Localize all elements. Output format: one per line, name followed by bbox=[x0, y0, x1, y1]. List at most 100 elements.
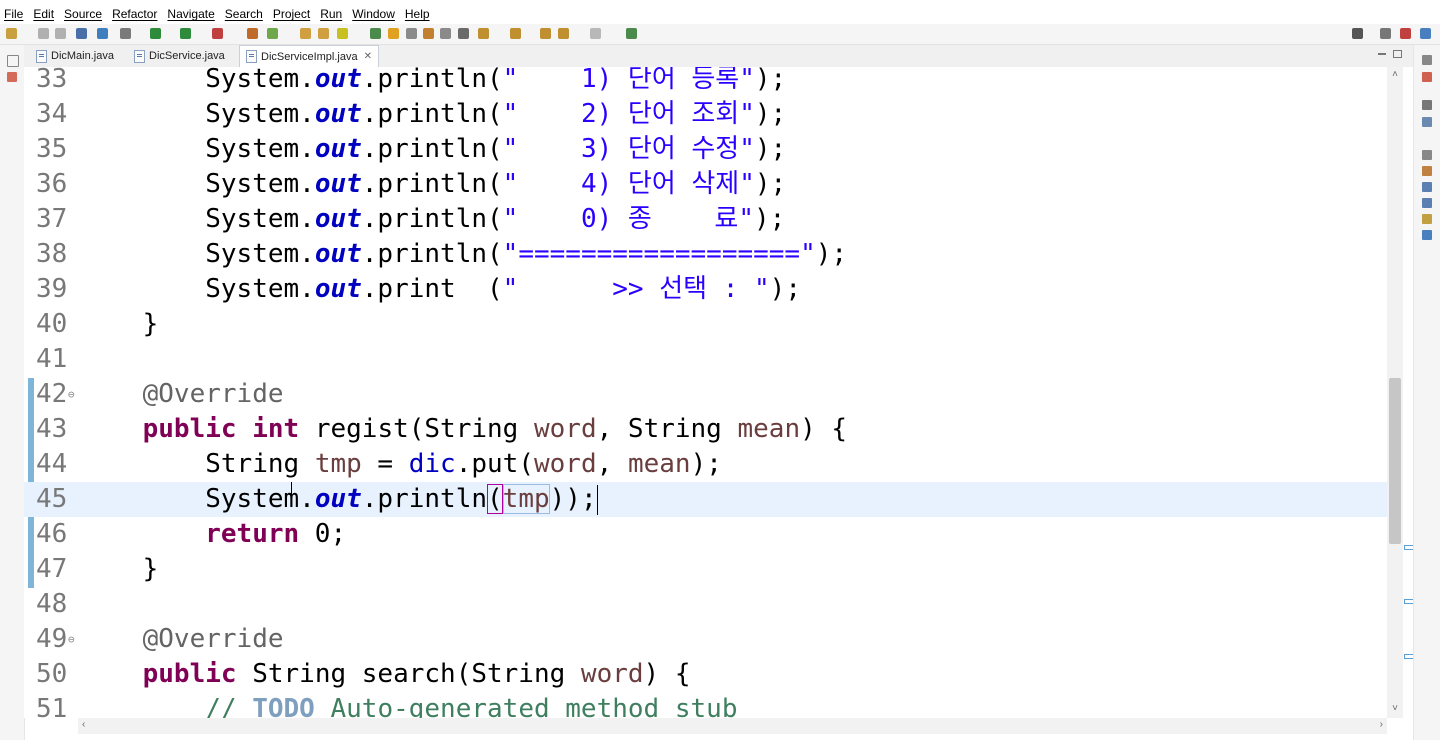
pin-editor-icon[interactable] bbox=[626, 28, 637, 39]
minimize-editor-icon[interactable] bbox=[1378, 53, 1386, 55]
horizontal-scrollbar[interactable]: ‹ › bbox=[78, 718, 1387, 734]
code-line[interactable]: 36 System.out.println(" 4) 단어 삭제"); bbox=[24, 167, 1387, 202]
show-whitespace-icon[interactable] bbox=[440, 28, 451, 39]
javadoc-icon[interactable] bbox=[1422, 182, 1432, 192]
debug-perspective-icon[interactable] bbox=[1420, 28, 1431, 39]
scroll-up-icon[interactable]: ˄ bbox=[1389, 69, 1401, 80]
save-all-icon[interactable] bbox=[55, 28, 66, 39]
menu-edit[interactable]: Edit bbox=[29, 4, 60, 24]
menu-file[interactable]: File bbox=[0, 4, 29, 24]
menu-refactor[interactable]: Refactor bbox=[108, 4, 163, 24]
code-line[interactable]: 42 ⊖ @Override bbox=[24, 377, 1387, 412]
perspective-icon[interactable] bbox=[1380, 28, 1391, 39]
tab-dicservice[interactable]: DicService.java bbox=[128, 46, 231, 66]
code-token: ); bbox=[815, 239, 848, 269]
search-icon[interactable] bbox=[337, 28, 348, 39]
fold-toggle-icon[interactable]: ⊖ bbox=[68, 377, 75, 412]
code-token: System. bbox=[205, 134, 315, 164]
code-text: @Override bbox=[80, 622, 284, 657]
block-selection-icon[interactable] bbox=[423, 28, 434, 39]
declaration-icon[interactable] bbox=[1422, 198, 1432, 208]
code-line[interactable]: 44 String tmp = dic.put(word, mean); bbox=[24, 447, 1387, 482]
scroll-thumb[interactable] bbox=[1389, 378, 1401, 544]
restore-icon[interactable] bbox=[7, 55, 19, 67]
back-icon[interactable] bbox=[558, 28, 569, 39]
problems-icon[interactable] bbox=[1422, 166, 1432, 176]
java-file-icon bbox=[36, 49, 47, 63]
code-token: ) { bbox=[643, 659, 691, 689]
prev-annotation-icon[interactable] bbox=[510, 28, 521, 39]
code-line[interactable]: 35 System.out.println(" 3) 단어 수정"); bbox=[24, 132, 1387, 167]
java-perspective-icon[interactable] bbox=[1400, 28, 1411, 39]
toggle-annotation-icon[interactable] bbox=[370, 28, 381, 39]
restore-icon[interactable] bbox=[1422, 150, 1432, 160]
mark-occurrences-icon[interactable] bbox=[388, 28, 399, 39]
menu-window[interactable]: Window bbox=[348, 4, 401, 24]
new-wizard-icon[interactable] bbox=[6, 28, 17, 39]
outline-icon[interactable] bbox=[1422, 117, 1432, 127]
close-tab-icon[interactable]: ✕ bbox=[364, 51, 372, 62]
code-line[interactable]: 34 System.out.println(" 2) 단어 조회"); bbox=[24, 97, 1387, 132]
tab-dicserviceimpl[interactable]: DicServiceImpl.java ✕ bbox=[239, 45, 379, 67]
code-line[interactable]: 50▵ public String search(String word) { bbox=[24, 657, 1387, 692]
code-token: " 4) 단어 삭제" bbox=[502, 169, 755, 199]
menu-project[interactable]: Project bbox=[269, 4, 316, 24]
new-java-project-icon[interactable] bbox=[247, 28, 258, 39]
debug-icon[interactable] bbox=[150, 28, 161, 39]
menu-navigate[interactable]: Navigate bbox=[163, 4, 220, 24]
progress-icon[interactable] bbox=[1422, 230, 1432, 240]
code-line[interactable]: 39 System.out.print (" >> 선택 : "); bbox=[24, 272, 1387, 307]
code-line[interactable]: 37 System.out.println(" 0) 종 료"); bbox=[24, 202, 1387, 237]
code-line[interactable]: 40 } bbox=[24, 307, 1387, 342]
menu-source[interactable]: Source bbox=[60, 4, 108, 24]
code-line[interactable]: 38 System.out.println("=================… bbox=[24, 237, 1387, 272]
save-icon[interactable] bbox=[38, 28, 49, 39]
print-icon[interactable] bbox=[76, 28, 87, 39]
maximize-editor-icon[interactable] bbox=[1393, 50, 1402, 58]
tab-dicmain[interactable]: DicMain.java bbox=[30, 46, 120, 66]
menu-help[interactable]: Help bbox=[401, 4, 436, 24]
code-line[interactable]: 43 public int regist(String word, String… bbox=[24, 412, 1387, 447]
scroll-right-icon[interactable]: › bbox=[1380, 719, 1383, 730]
menu-run[interactable]: Run bbox=[316, 4, 348, 24]
code-line[interactable]: 47 } bbox=[24, 552, 1387, 587]
last-edit-icon[interactable] bbox=[540, 28, 551, 39]
open-task-icon[interactable] bbox=[318, 28, 329, 39]
code-line[interactable]: 51☒ // TODO Auto-generated method stub bbox=[24, 692, 1387, 718]
skip-breakpoints-icon[interactable] bbox=[97, 28, 108, 39]
build-icon[interactable] bbox=[120, 28, 131, 39]
next-annotation-icon[interactable] bbox=[478, 28, 489, 39]
scroll-left-icon[interactable]: ‹ bbox=[82, 719, 85, 730]
line-number: 41 bbox=[36, 344, 68, 374]
minimize-icon[interactable] bbox=[1422, 100, 1432, 110]
console-icon[interactable] bbox=[1422, 214, 1432, 224]
code-text: System.out.println(" 3) 단어 수정"); bbox=[80, 132, 786, 167]
package-explorer-icon[interactable] bbox=[7, 72, 17, 82]
code-line[interactable]: 41 bbox=[24, 342, 1387, 377]
code-line[interactable]: 45 System.out.println(tmp)); bbox=[24, 482, 1387, 517]
restore-icon[interactable] bbox=[1422, 55, 1432, 65]
code-token: System. bbox=[205, 239, 315, 269]
search-toolbar-icon[interactable] bbox=[1352, 28, 1363, 39]
forward-icon[interactable] bbox=[590, 28, 601, 39]
new-class-icon[interactable] bbox=[267, 28, 278, 39]
code-line[interactable]: 46 return 0; bbox=[24, 517, 1387, 552]
code-editor[interactable]: 33 System.out.println(" 1) 단어 등록"); 34 Sy… bbox=[24, 67, 1387, 718]
menu-search[interactable]: Search bbox=[221, 4, 269, 24]
paragraph-icon[interactable] bbox=[458, 28, 469, 39]
fold-toggle-icon[interactable]: ⊖ bbox=[68, 622, 75, 657]
code-line[interactable]: 49 ⊖ @Override bbox=[24, 622, 1387, 657]
word-wrap-icon[interactable] bbox=[406, 28, 417, 39]
scroll-down-icon[interactable]: ˅ bbox=[1389, 703, 1401, 714]
external-tools-icon[interactable] bbox=[212, 28, 223, 39]
code-line[interactable]: 48 bbox=[24, 587, 1387, 622]
open-type-icon[interactable] bbox=[300, 28, 311, 39]
task-list-icon[interactable] bbox=[1422, 72, 1432, 82]
code-line[interactable]: 33 System.out.println(" 1) 단어 등록"); bbox=[24, 67, 1387, 97]
run-icon[interactable] bbox=[180, 28, 191, 39]
vertical-scrollbar[interactable]: ˄ ˅ bbox=[1387, 67, 1403, 718]
